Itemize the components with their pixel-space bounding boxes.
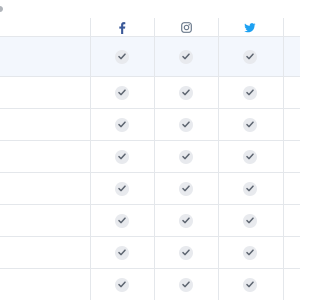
table-row — [0, 141, 300, 173]
facebook-cell — [90, 173, 154, 204]
twitter-cell — [218, 109, 282, 140]
check-icon — [115, 213, 129, 228]
facebook-cell — [90, 37, 154, 76]
twitter-cell — [218, 77, 282, 108]
column-divider — [283, 18, 284, 300]
check-icon — [115, 49, 129, 64]
table-row — [0, 269, 300, 300]
instagram-cell — [154, 109, 218, 140]
check-icon — [115, 85, 129, 100]
check-icon — [243, 85, 257, 100]
instagram-cell — [154, 141, 218, 172]
check-icon — [243, 213, 257, 228]
twitter-cell — [218, 269, 282, 300]
check-icon — [179, 213, 193, 228]
check-icon — [243, 117, 257, 132]
twitter-cell — [218, 141, 282, 172]
check-icon — [243, 277, 257, 292]
check-icon — [179, 181, 193, 196]
twitter-column-header — [218, 18, 282, 37]
check-icon — [115, 181, 129, 196]
check-icon — [179, 49, 193, 64]
check-icon — [115, 149, 129, 164]
twitter-cell — [218, 237, 282, 268]
twitter-cell — [218, 205, 282, 236]
check-icon — [179, 85, 193, 100]
check-icon — [243, 49, 257, 64]
instagram-cell — [154, 205, 218, 236]
check-icon — [179, 245, 193, 260]
check-icon — [115, 277, 129, 292]
table-row — [0, 173, 300, 205]
check-icon — [243, 245, 257, 260]
check-icon — [243, 149, 257, 164]
check-icon — [179, 277, 193, 292]
check-icon — [115, 117, 129, 132]
check-icon — [243, 181, 257, 196]
facebook-icon — [119, 21, 126, 34]
table-row — [0, 109, 300, 141]
column-divider — [154, 18, 155, 300]
instagram-cell — [154, 77, 218, 108]
column-divider — [218, 18, 219, 300]
facebook-cell — [90, 109, 154, 140]
table-row — [0, 77, 300, 109]
facebook-cell — [90, 237, 154, 268]
instagram-icon — [180, 22, 192, 33]
table-row — [0, 205, 300, 237]
twitter-icon — [244, 22, 256, 32]
twitter-cell — [218, 173, 282, 204]
instagram-column-header — [154, 18, 218, 37]
facebook-cell — [90, 205, 154, 236]
check-icon — [179, 149, 193, 164]
comparison-table — [0, 0, 300, 300]
table-row — [0, 37, 300, 77]
facebook-cell — [90, 141, 154, 172]
column-divider — [90, 18, 91, 300]
check-icon — [115, 245, 129, 260]
instagram-cell — [154, 173, 218, 204]
instagram-cell — [154, 237, 218, 268]
facebook-cell — [90, 77, 154, 108]
table-row — [0, 237, 300, 269]
facebook-column-header — [90, 18, 154, 37]
facebook-cell — [90, 269, 154, 300]
instagram-cell — [154, 269, 218, 300]
table-header — [0, 18, 300, 37]
check-icon — [179, 117, 193, 132]
twitter-cell — [218, 37, 282, 76]
instagram-cell — [154, 37, 218, 76]
scroll-indicator — [0, 6, 3, 12]
